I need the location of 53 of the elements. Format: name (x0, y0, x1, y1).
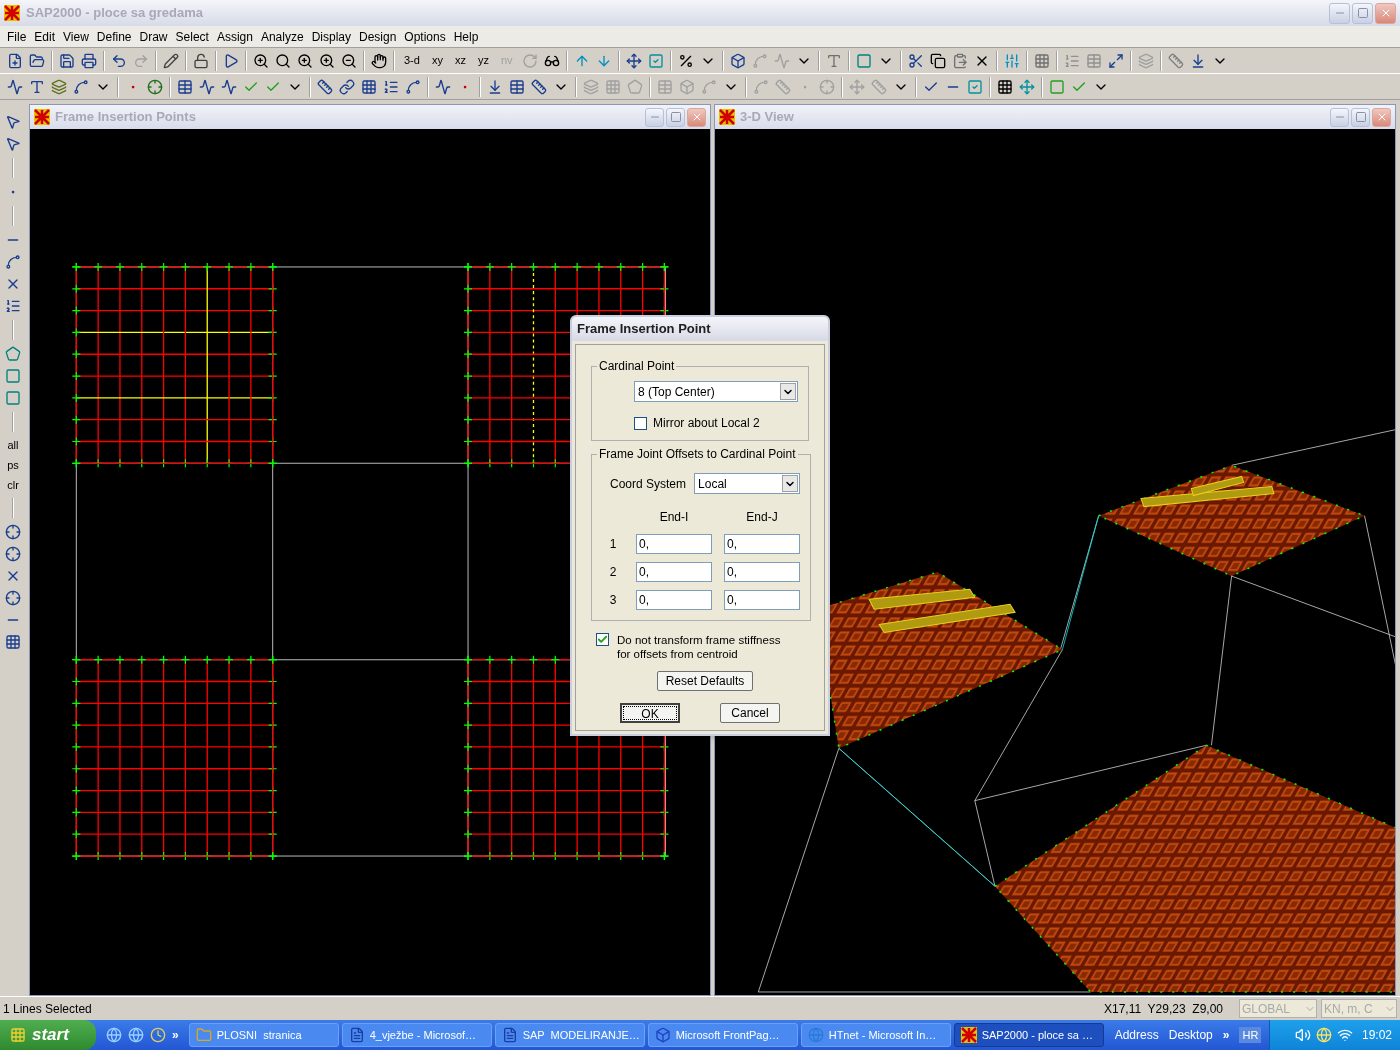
field-label: Coord System (610, 475, 687, 493)
menu-item[interactable]: Draw (136, 27, 171, 46)
select-tool[interactable]: ps (7, 458, 19, 472)
offset-field[interactable]: 0, (636, 562, 712, 582)
row-label: 2 (608, 564, 618, 581)
offset-field[interactable]: 0, (724, 562, 800, 582)
ok-button[interactable]: OK (620, 703, 680, 723)
cancel-button[interactable]: Cancel (720, 703, 780, 723)
cardinal-point-dropdown[interactable]: 8 (Top Center) (634, 381, 798, 402)
start-button[interactable]: start (0, 1020, 96, 1050)
offset-field[interactable]: 0, (636, 534, 712, 554)
menu-item[interactable]: Assign (213, 27, 256, 46)
status-message: 1 Lines Selected (3, 1000, 93, 1018)
menu-item[interactable]: View (60, 27, 92, 46)
pane-title: 3-D View (740, 108, 795, 127)
menu-item[interactable]: Design (356, 27, 400, 46)
row-label: 3 (608, 592, 618, 609)
offset-field[interactable]: 0, (724, 534, 800, 554)
menu-item[interactable]: Edit (31, 27, 59, 46)
dialog-title: Frame Insertion Point (577, 320, 711, 339)
cursor-coordinates: X17,11 Y29,23 Z9,00 (1104, 1000, 1223, 1018)
menu-item[interactable]: Display (308, 27, 354, 46)
more-button[interactable]: » (172, 1026, 179, 1044)
checkbox-label: Do not transform frame stiffness for offsets from centroid (617, 633, 782, 661)
select-tool[interactable]: clr (7, 478, 19, 492)
menu-item[interactable]: Select (172, 27, 212, 46)
taskbar-button[interactable]: SAP2000 - ploce sa … (953, 1023, 1104, 1047)
pane-title: Frame Insertion Points (55, 108, 197, 127)
toolbar-label[interactable]: Address (1114, 1026, 1159, 1044)
row-label: 1 (608, 536, 618, 553)
view-button[interactable]: xz (448, 52, 472, 69)
checkbox-label: Mirror about Local 2 (653, 415, 760, 432)
column-header: End-I (658, 509, 690, 526)
menu-item[interactable]: File (4, 27, 30, 46)
offset-field[interactable]: 0, (724, 590, 800, 610)
view-button[interactable]: xy (425, 52, 449, 69)
more-button[interactable]: » (1222, 1026, 1230, 1044)
view-button[interactable]: yz (471, 52, 495, 69)
window-title: SAP2000 - ploce sa gredama (26, 4, 205, 23)
select-tool[interactable]: all (7, 438, 19, 452)
clock: 19:02 (1361, 1027, 1392, 1044)
menu-item[interactable]: Analyze (257, 27, 307, 46)
menu-item[interactable]: Define (93, 27, 135, 46)
group-label: Frame Joint Offsets to Cardinal Point (598, 446, 797, 463)
coord-system-dropdown[interactable]: Local (694, 473, 800, 494)
offset-field[interactable]: 0, (636, 590, 712, 610)
reset-defaults-button[interactable]: Reset Defaults (656, 671, 754, 691)
column-header: End-J (745, 509, 779, 526)
menu-item[interactable]: Options (401, 27, 449, 46)
view-button[interactable]: 3-d (398, 52, 426, 69)
menu-item[interactable]: Help (450, 27, 482, 46)
group-label: Cardinal Point (598, 358, 676, 375)
toolbar-label[interactable]: Desktop (1168, 1026, 1213, 1044)
